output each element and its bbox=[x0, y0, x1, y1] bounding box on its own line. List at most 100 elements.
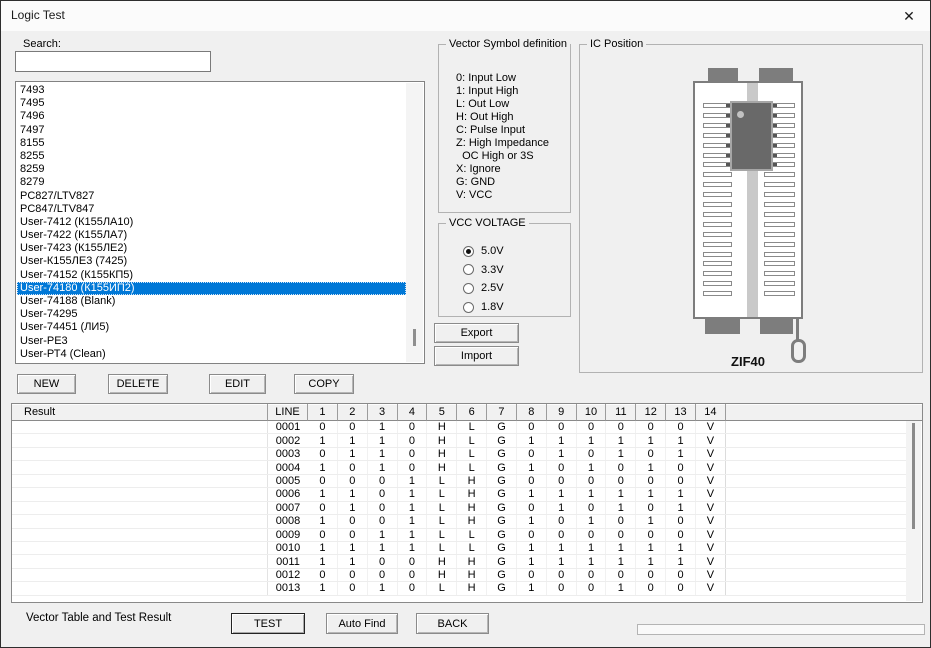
pin-cell: 1 bbox=[666, 448, 696, 460]
list-item[interactable]: 7496 bbox=[17, 110, 406, 123]
list-item[interactable]: User-7412 (К155ЛА10) bbox=[17, 216, 406, 229]
list-item[interactable]: PC827/LTV827 bbox=[17, 190, 406, 203]
delete-button[interactable]: DELETE bbox=[108, 374, 168, 394]
table-row[interactable]: 00010010HLG000000V bbox=[12, 421, 906, 434]
pin-column-header[interactable]: 7 bbox=[487, 404, 517, 421]
pin-cell: 0 bbox=[368, 555, 398, 567]
test-button[interactable]: TEST bbox=[231, 613, 305, 634]
list-item[interactable]: 7493 bbox=[17, 84, 406, 97]
vector-table-scrollbar[interactable] bbox=[906, 421, 921, 601]
pin-column-header[interactable]: 1 bbox=[308, 404, 338, 421]
table-row[interactable]: 00081001LHG101010V bbox=[12, 515, 906, 528]
list-item[interactable]: User-74188 (Blank) bbox=[17, 295, 406, 308]
pin-cell: 0 bbox=[398, 555, 428, 567]
pin-cell: 1 bbox=[338, 502, 368, 514]
back-button[interactable]: BACK bbox=[416, 613, 489, 634]
pin-cell: V bbox=[696, 461, 726, 473]
pin-cell: 1 bbox=[398, 515, 428, 527]
table-row[interactable]: 00090011LLG000000V bbox=[12, 529, 906, 542]
pin-cell: 0 bbox=[666, 582, 696, 594]
pin-column-header[interactable]: 6 bbox=[457, 404, 487, 421]
radio-label: 2.5V bbox=[481, 282, 504, 294]
list-item[interactable]: User-74180 (К155ИП2) bbox=[17, 282, 406, 295]
pin-column-header[interactable]: 14 bbox=[696, 404, 726, 421]
list-item[interactable]: User-7422 (К155ЛА7) bbox=[17, 229, 406, 242]
table-row[interactable]: 00061101LHG111111V bbox=[12, 488, 906, 501]
edit-button[interactable]: EDIT bbox=[209, 374, 266, 394]
list-item[interactable]: User-74295 bbox=[17, 308, 406, 321]
vector-symbol-line: L: Out Low bbox=[456, 98, 549, 111]
table-row[interactable]: 00120000HHG000000V bbox=[12, 569, 906, 582]
socket-slot-right bbox=[764, 291, 795, 296]
pin-column-header[interactable]: 5 bbox=[427, 404, 457, 421]
list-item[interactable]: 7497 bbox=[17, 124, 406, 137]
pin-cell: G bbox=[487, 488, 517, 500]
list-item[interactable]: 8255 bbox=[17, 150, 406, 163]
pin-cell: 1 bbox=[666, 434, 696, 446]
table-row[interactable]: 00070101LHG010101V bbox=[12, 502, 906, 515]
list-item[interactable]: User-РЕ3 bbox=[17, 335, 406, 348]
pin-cell: L bbox=[457, 529, 487, 541]
pin-column-header[interactable]: 12 bbox=[636, 404, 666, 421]
list-item[interactable]: PC847/LTV847 bbox=[17, 203, 406, 216]
line-cell: 0013 bbox=[268, 582, 308, 594]
table-row[interactable]: 00041010HLG101010V bbox=[12, 461, 906, 474]
close-icon[interactable]: ✕ bbox=[896, 4, 922, 28]
table-row[interactable]: 00030110HLG010101V bbox=[12, 448, 906, 461]
list-item[interactable]: User-К155ЛЕ3 (7425) bbox=[17, 255, 406, 268]
socket-slot-left bbox=[703, 202, 732, 207]
pin-cell: H bbox=[457, 582, 487, 594]
chip-list-scroll-thumb[interactable] bbox=[413, 329, 416, 346]
list-item[interactable]: 8279 bbox=[17, 176, 406, 189]
result-column-header[interactable]: Result bbox=[12, 404, 268, 421]
vcc-option-3.3v[interactable]: 3.3V bbox=[463, 261, 504, 280]
vector-symbol-line: H: Out High bbox=[456, 111, 549, 124]
pin-cell: 1 bbox=[308, 461, 338, 473]
vcc-option-2.5v[interactable]: 2.5V bbox=[463, 279, 504, 298]
pin-column-header[interactable]: 4 bbox=[398, 404, 428, 421]
table-row[interactable]: 00131010LHG100100V bbox=[12, 582, 906, 595]
table-row[interactable]: 00111100HHG111111V bbox=[12, 555, 906, 568]
list-item[interactable]: 8155 bbox=[17, 137, 406, 150]
list-item[interactable]: User-74451 (ЛИ5) bbox=[17, 321, 406, 334]
new-button[interactable]: NEW bbox=[17, 374, 76, 394]
pin-column-header[interactable]: 11 bbox=[606, 404, 636, 421]
vcc-option-5.0v[interactable]: 5.0V bbox=[463, 242, 504, 261]
socket-slot-right bbox=[764, 222, 795, 227]
pin-column-header[interactable]: 3 bbox=[368, 404, 398, 421]
list-item[interactable]: User-74152 (К155КП5) bbox=[17, 269, 406, 282]
pin-cell: 1 bbox=[577, 488, 607, 500]
import-button[interactable]: Import bbox=[434, 346, 519, 366]
pin-column-header[interactable]: 8 bbox=[517, 404, 547, 421]
table-row[interactable]: 00050001LHG000000V bbox=[12, 475, 906, 488]
chip-list-scrollbar[interactable] bbox=[406, 83, 423, 362]
pin-cell: H bbox=[427, 421, 457, 433]
auto-find-button[interactable]: Auto Find bbox=[326, 613, 398, 634]
pin-cell: 1 bbox=[666, 502, 696, 514]
list-item[interactable]: 7495 bbox=[17, 97, 406, 110]
pin-cell: 1 bbox=[398, 502, 428, 514]
copy-button[interactable]: COPY bbox=[294, 374, 354, 394]
pin-cell: 0 bbox=[577, 569, 607, 581]
chip-listbox[interactable]: 74937495749674978155825582598279PC827/LT… bbox=[15, 81, 425, 364]
pin-column-header[interactable]: 13 bbox=[666, 404, 696, 421]
list-item[interactable]: User-РТ4 (Clean) bbox=[17, 348, 406, 361]
list-item[interactable]: 8259 bbox=[17, 163, 406, 176]
socket-slot-left bbox=[703, 182, 732, 187]
vcc-option-1.8v[interactable]: 1.8V bbox=[463, 298, 504, 317]
export-button[interactable]: Export bbox=[434, 323, 519, 343]
radio-icon bbox=[463, 302, 474, 313]
search-input[interactable] bbox=[15, 51, 211, 72]
socket-slot-right bbox=[764, 202, 795, 207]
pin-column-header[interactable]: 10 bbox=[577, 404, 607, 421]
line-column-header[interactable]: LINE bbox=[268, 404, 308, 421]
list-item[interactable]: User-7423 (К155ЛЕ2) bbox=[17, 242, 406, 255]
pin-cell: 0 bbox=[517, 502, 547, 514]
table-row[interactable]: 00101111LLG111111V bbox=[12, 542, 906, 555]
pin-column-header[interactable]: 9 bbox=[547, 404, 577, 421]
socket-slot-left bbox=[703, 192, 732, 197]
table-row[interactable]: 00021110HLG111111V bbox=[12, 434, 906, 447]
socket-slot-left bbox=[703, 232, 732, 237]
vector-table-scroll-thumb[interactable] bbox=[912, 423, 915, 529]
pin-column-header[interactable]: 2 bbox=[338, 404, 368, 421]
